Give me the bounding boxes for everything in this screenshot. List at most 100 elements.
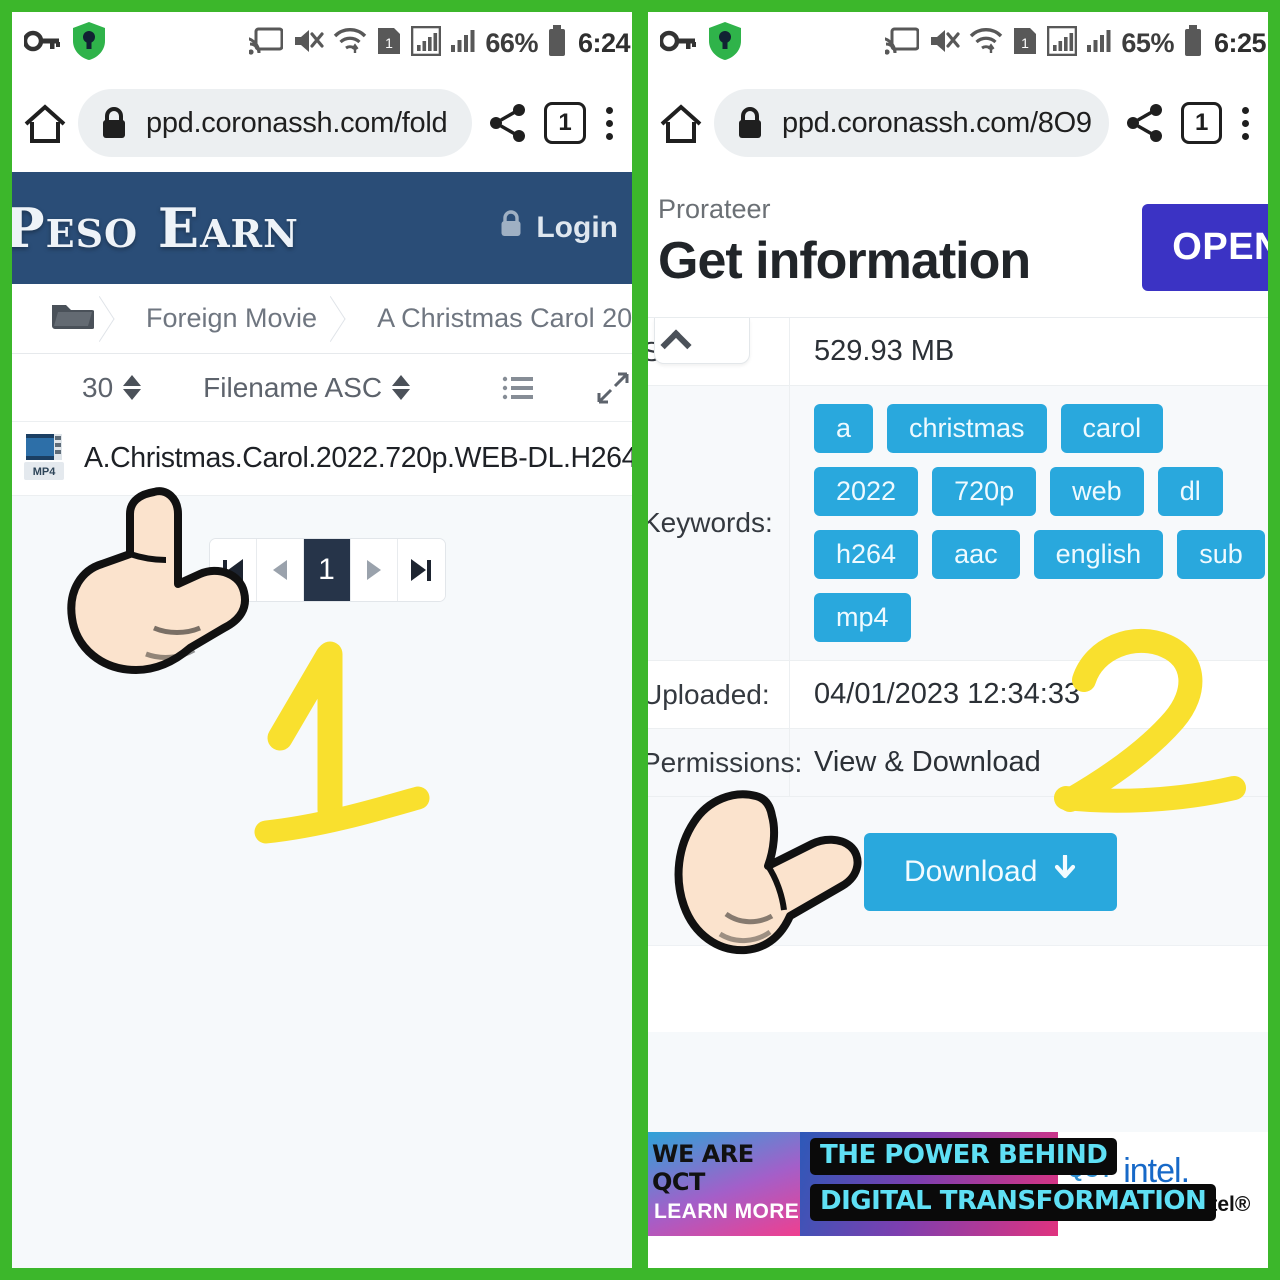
vpn-shield-icon: [72, 21, 106, 66]
expand-fullscreen-icon[interactable]: [596, 371, 630, 405]
chevron-up-icon: [660, 328, 692, 361]
pagination-last-button[interactable]: [397, 539, 445, 601]
keyword-tag[interactable]: a: [814, 404, 874, 453]
download-button[interactable]: Download: [864, 833, 1118, 911]
key-icon: [22, 28, 60, 59]
lock-icon: [100, 106, 128, 140]
svg-text:1: 1: [386, 35, 394, 51]
ad-headline-1: THE POWER BEHIND: [820, 1140, 1108, 1170]
mp4-file-icon: MP4: [24, 428, 68, 489]
signal-bars-icon: [411, 25, 442, 61]
key-icon: [658, 28, 696, 59]
list-view-icon[interactable]: [502, 374, 534, 402]
wifi-icon: [333, 27, 367, 60]
collapse-toggle[interactable]: [654, 318, 750, 364]
keyword-tag[interactable]: mp4: [814, 593, 911, 642]
sim1-icon: 1: [376, 26, 402, 61]
list-toolbar: 30 Filename ASC: [12, 354, 632, 422]
keyword-tag[interactable]: aac: [932, 530, 1020, 579]
ad-left-block: WE ARE QCT LEARN MORE: [648, 1132, 800, 1236]
login-label: Login: [536, 211, 618, 244]
svg-text:MP4: MP4: [33, 466, 57, 478]
promo-title: Get information: [658, 232, 1031, 290]
download-section: Download: [648, 797, 1268, 946]
svg-text:1: 1: [1022, 35, 1030, 51]
clock-label: 6:25: [1213, 27, 1267, 58]
info-label-uploaded: Uploaded:: [648, 661, 790, 728]
battery-icon: [1183, 24, 1203, 62]
signal-bars-2-icon: [1086, 26, 1112, 61]
pagination-next-button[interactable]: [350, 539, 398, 601]
clock-label: 6:24: [577, 27, 631, 58]
kebab-menu-icon[interactable]: [592, 106, 626, 140]
browser-toolbar-left: ppd.coronassh.com/fold 1: [12, 74, 632, 172]
keyword-tag[interactable]: carol: [1060, 404, 1164, 453]
battery-percent-label: 66%: [485, 27, 538, 58]
signal-bars-2-icon: [450, 26, 476, 61]
ad-banner[interactable]: WE ARE QCT LEARN MORE THE POWER BEHIND D…: [648, 1132, 1268, 1236]
share-icon[interactable]: [478, 102, 538, 144]
android-status-bar-left: 1 66% 6:24: [12, 12, 632, 74]
screenshot-left-panel: 1 66% 6:24 ppd.coronassh.com/fold 1 Peso…: [12, 12, 632, 1268]
keyword-tag[interactable]: sub: [1177, 530, 1265, 579]
site-logo: Peso Earn: [12, 196, 299, 260]
home-icon[interactable]: [654, 100, 708, 146]
tab-counter-button[interactable]: 1: [544, 102, 586, 144]
pagination-current-page[interactable]: 1: [303, 539, 351, 601]
keyword-tag[interactable]: h264: [814, 530, 919, 579]
kebab-menu-icon[interactable]: [1228, 106, 1262, 140]
pagination: 1: [208, 538, 446, 602]
url-text: ppd.coronassh.com/fold: [146, 106, 448, 139]
share-icon[interactable]: [1115, 102, 1175, 144]
info-row-keywords: Keywords: a christmas carol 2022 720p we…: [648, 386, 1268, 661]
breadcrumb-item-1[interactable]: A Christmas Carol 2022: [343, 284, 632, 353]
mute-icon: [292, 27, 325, 60]
sort-value: Filename ASC: [203, 371, 383, 403]
ad-headline-2-box: DIGITAL TRANSFORMATION: [810, 1184, 1217, 1222]
wifi-icon: [969, 27, 1003, 60]
page-size-selector[interactable]: 30: [82, 372, 142, 404]
sort-selector[interactable]: Filename ASC: [203, 371, 411, 404]
cast-icon: [244, 27, 284, 60]
keyword-tag[interactable]: web: [1050, 467, 1144, 516]
pagination-first-button[interactable]: [209, 539, 257, 601]
battery-icon: [547, 24, 567, 62]
ad-mid-block: THE POWER BEHIND DIGITAL TRANSFORMATION: [800, 1132, 1217, 1236]
screenshot-right-panel: 1 65% 6:25 ppd.coronassh.com/8O9 1 Prora…: [648, 12, 1268, 1268]
keyword-tag[interactable]: english: [1033, 530, 1164, 579]
open-button[interactable]: OPEN: [1142, 204, 1268, 291]
info-row-permissions: Permissions: View & Download: [648, 729, 1268, 797]
download-button-label: Download: [904, 855, 1038, 888]
site-header-left: Peso Earn Login: [12, 172, 632, 284]
ad-headline-2: DIGITAL TRANSFORMATION: [820, 1186, 1207, 1216]
ad-cta-label: LEARN MORE: [654, 1200, 800, 1223]
ad-headline-left: WE ARE QCT: [652, 1140, 754, 1196]
folder-icon: [50, 299, 95, 338]
tutorial-collage: 1 66% 6:24 ppd.coronassh.com/fold 1 Peso…: [0, 0, 1280, 1280]
signal-bars-icon: [1047, 25, 1078, 61]
keyword-tag[interactable]: 720p: [932, 467, 1037, 516]
keyword-tag[interactable]: christmas: [887, 404, 1047, 453]
lock-icon: [498, 209, 524, 247]
login-button[interactable]: Login: [498, 209, 618, 247]
info-label-keywords: Keywords:: [648, 386, 790, 660]
battery-percent-label: 65%: [1121, 27, 1174, 58]
file-info-table: Size: 529.93 MB Keywords: a christmas ca…: [648, 318, 1268, 797]
breadcrumb-root[interactable]: [12, 284, 112, 353]
tab-counter-button[interactable]: 1: [1180, 102, 1223, 144]
spinner-arrows-icon: [123, 375, 142, 400]
home-icon[interactable]: [18, 100, 72, 146]
pagination-prev-button[interactable]: [256, 539, 304, 601]
breadcrumb-item-0[interactable]: Foreign Movie: [112, 284, 343, 353]
vpn-shield-icon: [708, 21, 742, 66]
file-list-item[interactable]: MP4 A.Christmas.Carol.2022.720p.WEB-DL.H…: [12, 422, 632, 496]
url-bar[interactable]: ppd.coronassh.com/8O9: [714, 89, 1109, 157]
content-spacer-white: [648, 946, 1268, 1032]
content-spacer-gray: [648, 1032, 1268, 1132]
url-bar[interactable]: ppd.coronassh.com/fold: [78, 89, 472, 157]
keyword-tag[interactable]: 2022: [814, 467, 919, 516]
info-label-permissions: Permissions:: [648, 729, 802, 796]
keyword-tag[interactable]: dl: [1157, 467, 1223, 516]
info-row-size: Size: 529.93 MB: [648, 318, 1268, 386]
info-value-permissions: View & Download: [814, 746, 1041, 778]
